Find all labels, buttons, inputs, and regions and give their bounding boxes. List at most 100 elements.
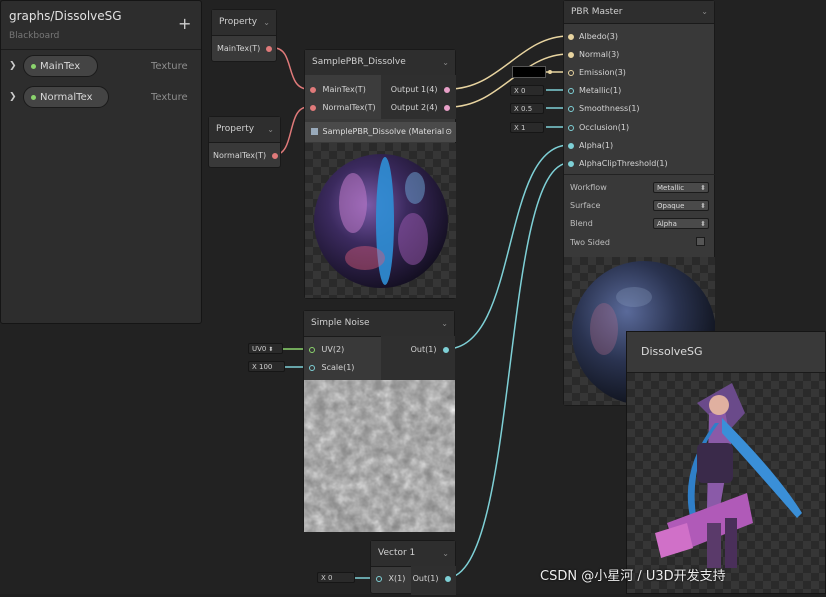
port-label: Output 1(4) <box>390 85 438 94</box>
expand-arrow-icon[interactable]: ❯ <box>9 61 17 71</box>
chevron-down-icon[interactable]: ⌄ <box>441 311 448 336</box>
node-header[interactable]: Simple Noise ⌄ <box>304 311 454 337</box>
node-header[interactable]: Vector 1 ⌄ <box>371 541 455 567</box>
blend-select[interactable]: Alpha <box>653 218 709 229</box>
input-port-occlusion[interactable]: Occlusion(1) <box>568 121 629 135</box>
preview-viewport[interactable] <box>627 373 825 593</box>
chevron-down-icon[interactable]: ⌄ <box>263 10 270 35</box>
output-port[interactable]: NormalTex(T) <box>213 149 278 163</box>
two-sided-checkbox[interactable] <box>696 237 705 246</box>
workflow-select[interactable]: Metallic <box>653 182 709 193</box>
port-dot-icon[interactable] <box>568 51 574 58</box>
expand-arrow-icon[interactable]: ❯ <box>9 92 17 102</box>
port-label: Normal(3) <box>579 50 620 59</box>
sphere-preview-image <box>314 154 448 288</box>
workflow-label: Workflow <box>570 183 607 192</box>
node-header[interactable]: Property ⌄ <box>212 10 276 36</box>
character-model-preview-image <box>655 383 802 568</box>
occlusion-field[interactable]: X 1 <box>510 122 544 133</box>
preview-header[interactable]: DissolveSG <box>627 332 825 373</box>
input-port-alphaclip[interactable]: AlphaClipThreshold(1) <box>568 157 668 171</box>
chevron-down-icon[interactable]: ⌄ <box>442 541 449 566</box>
port-dot-icon[interactable] <box>309 346 315 353</box>
subgraph-node[interactable]: SamplePBR_Dissolve ⌄ MainTex(T) NormalTe… <box>304 49 456 299</box>
port-label: Occlusion(1) <box>579 123 630 132</box>
port-dot-icon[interactable] <box>309 364 315 371</box>
chevron-down-icon[interactable]: ⌄ <box>442 50 449 75</box>
input-port-normaltex[interactable]: NormalTex(T) <box>310 101 376 115</box>
output-port[interactable]: Out(1) <box>411 343 449 357</box>
smoothness-value: X 0.5 <box>514 105 533 113</box>
output-port-2[interactable]: Output 2(4) <box>391 101 450 115</box>
input-port-emission[interactable]: Emission(3) <box>568 66 626 80</box>
input-port-alpha[interactable]: Alpha(1) <box>568 139 613 153</box>
vector1-node[interactable]: Vector 1 ⌄ X(1) Out(1) <box>370 540 456 595</box>
graph-canvas[interactable]: graphs/DissolveSG Blackboard + ❯ MainTex… <box>0 0 826 595</box>
port-label: NormalTex(T) <box>322 103 376 112</box>
property-pill-normaltex[interactable]: NormalTex <box>23 86 109 108</box>
input-port-maintex[interactable]: MainTex(T) <box>310 83 366 97</box>
port-dot-icon[interactable] <box>310 104 316 111</box>
smoothness-field[interactable]: X 0.5 <box>510 103 544 114</box>
port-dot-icon[interactable] <box>568 124 574 131</box>
port-dot-icon[interactable] <box>310 86 316 93</box>
port-label: Emission(3) <box>579 68 626 77</box>
property-type: Texture <box>151 61 188 72</box>
output-port-1[interactable]: Output 1(4) <box>391 83 450 97</box>
property-pill-maintex[interactable]: MainTex <box>23 55 98 77</box>
node-title: Property <box>216 124 255 134</box>
port-dot-icon[interactable] <box>568 160 574 167</box>
port-dot-icon[interactable] <box>444 104 450 111</box>
port-dot-icon[interactable] <box>568 87 574 94</box>
scale-field-value: X 100 <box>252 363 273 371</box>
emission-color-field[interactable] <box>512 66 546 78</box>
port-label: MainTex(T) <box>217 44 261 53</box>
surface-label: Surface <box>570 201 601 210</box>
property-node-maintex[interactable]: Property ⌄ MainTex(T) <box>211 9 277 62</box>
property-name: NormalTex <box>40 92 93 103</box>
output-port[interactable]: Out(1) <box>413 572 451 586</box>
material-icon <box>311 128 318 135</box>
surface-select[interactable]: Opaque <box>653 200 709 211</box>
main-preview-window[interactable]: DissolveSG <box>626 331 826 594</box>
blackboard-subtitle: Blackboard <box>9 31 60 41</box>
add-property-button[interactable]: + <box>178 16 191 32</box>
chevron-down-icon[interactable]: ⌄ <box>267 117 274 142</box>
port-dot-icon[interactable] <box>568 105 574 112</box>
port-dot-icon[interactable] <box>568 69 574 76</box>
node-header[interactable]: SamplePBR_Dissolve ⌄ <box>305 50 455 76</box>
input-port-x[interactable]: X(1) <box>376 572 405 586</box>
input-port-normal[interactable]: Normal(3) <box>568 48 619 62</box>
connector-dot-icon <box>548 70 552 74</box>
material-bar[interactable]: SamplePBR_Dissolve (Material ⊙ <box>305 122 456 142</box>
port-label: NormalTex(T) <box>213 151 267 160</box>
property-node-normaltex[interactable]: Property ⌄ NormalTex(T) <box>208 116 281 168</box>
node-title: PBR Master <box>571 7 623 17</box>
input-port-scale[interactable]: Scale(1) <box>309 361 354 375</box>
port-dot-icon[interactable] <box>568 33 574 40</box>
port-dot-icon[interactable] <box>271 152 278 159</box>
vector-x-field[interactable]: X 0 <box>317 572 355 583</box>
input-port-albedo[interactable]: Albedo(3) <box>568 30 618 44</box>
node-header[interactable]: Property ⌄ <box>209 117 280 143</box>
scale-field[interactable]: X 100 <box>248 361 285 372</box>
port-dot-icon[interactable] <box>568 142 574 149</box>
uv-channel-select[interactable]: UV0 ⬍ <box>248 343 283 354</box>
chevron-down-icon[interactable]: ⌄ <box>701 1 708 23</box>
port-dot-icon[interactable] <box>265 45 272 52</box>
noise-preview-image <box>304 380 455 532</box>
port-dot-icon[interactable] <box>445 575 451 582</box>
simple-noise-node[interactable]: Simple Noise ⌄ UV(2) Scale(1) Out(1) <box>303 310 455 532</box>
blackboard-panel[interactable]: graphs/DissolveSG Blackboard + ❯ MainTex… <box>0 0 202 324</box>
input-port-smoothness[interactable]: Smoothness(1) <box>568 102 640 116</box>
port-dot-icon[interactable] <box>444 86 450 93</box>
input-port-metallic[interactable]: Metallic(1) <box>568 84 621 98</box>
node-title: SamplePBR_Dissolve <box>312 57 406 67</box>
input-port-uv[interactable]: UV(2) <box>309 343 344 357</box>
metallic-field[interactable]: X 0 <box>510 85 544 96</box>
target-icon[interactable]: ⊙ <box>445 122 452 142</box>
node-header[interactable]: PBR Master ⌄ <box>564 1 714 24</box>
output-port[interactable]: MainTex(T) <box>217 42 272 56</box>
port-dot-icon[interactable] <box>443 346 449 353</box>
port-dot-icon[interactable] <box>376 575 382 582</box>
